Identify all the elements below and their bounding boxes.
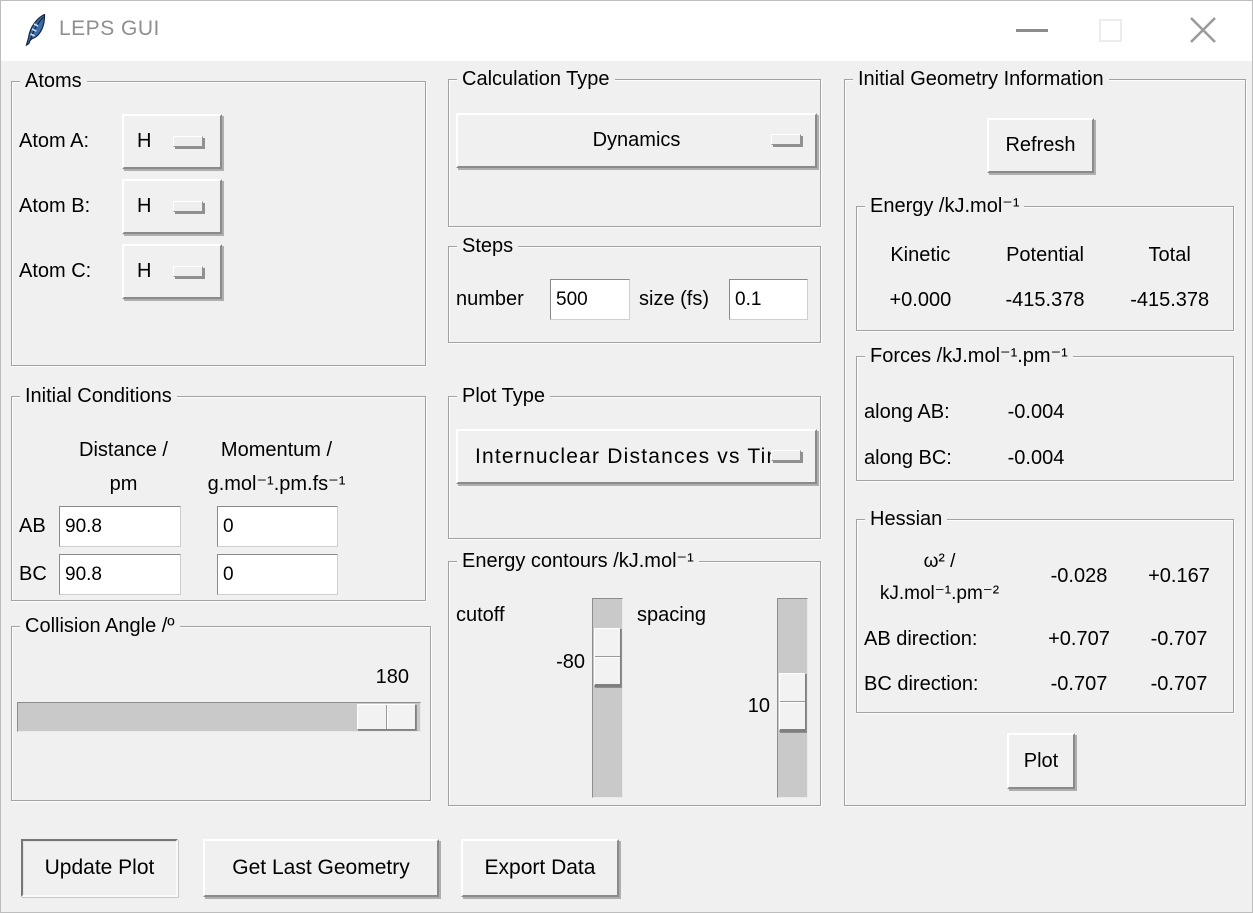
plot-type-select[interactable]: Internuclear Distances vs Time: [456, 429, 817, 484]
hessian-ab-direction-value-1: +0.707: [1048, 628, 1110, 650]
atom-a-select[interactable]: H: [122, 114, 222, 169]
hessian-omega-label-line1: ω² /: [923, 551, 956, 572]
atom-a-label: Atom A:: [19, 130, 90, 152]
energy-contours-frame-label: Energy contours /kJ.mol⁻¹: [457, 548, 699, 575]
bc-momentum-input[interactable]: [217, 554, 338, 595]
hessian-omega-label-line2: kJ.mol⁻¹.pm⁻²: [879, 583, 1000, 604]
export-data-button[interactable]: Export Data: [461, 839, 619, 897]
dropdown-indicator-icon: [771, 133, 801, 145]
plot-type-frame-label: Plot Type: [457, 383, 551, 410]
collision-angle-value: 180: [375, 666, 409, 688]
hessian-bc-direction-value-1: -0.707: [1050, 673, 1108, 695]
maximize-button[interactable]: [1083, 6, 1137, 54]
energy-header-potential: Potential: [1006, 244, 1084, 266]
distance-column-header: Distance / pm: [46, 433, 201, 501]
hessian-omega-value-2: +0.167: [1148, 565, 1210, 587]
energy-subframe: Energy /kJ.mol⁻¹: [856, 193, 1234, 331]
forces-subframe-label: Forces /kJ.mol⁻¹.pm⁻¹: [865, 343, 1073, 370]
energy-headers-row: Kinetic Potential Total: [858, 244, 1232, 267]
get-last-geometry-button[interactable]: Get Last Geometry: [203, 839, 439, 897]
collision-angle-frame-label: Collision Angle /º: [20, 613, 180, 640]
plot-type-selected-value: Internuclear Distances vs Time: [474, 444, 799, 468]
hessian-ab-direction-label: AB direction:: [864, 628, 978, 650]
bc-distance-input[interactable]: [59, 554, 181, 595]
hessian-ab-direction-value-2: -0.707: [1150, 628, 1208, 650]
hessian-bc-direction-value-2: -0.707: [1150, 673, 1208, 695]
energy-header-total: Total: [1148, 244, 1191, 266]
force-bc-value: -0.004: [1007, 447, 1065, 469]
close-button[interactable]: [1176, 6, 1230, 54]
maximize-icon: [1098, 18, 1122, 42]
calculation-type-frame-label: Calculation Type: [457, 66, 615, 93]
hessian-subframe-label: Hessian: [865, 506, 948, 533]
dropdown-indicator-icon: [771, 449, 801, 461]
slider-ridge: [780, 700, 805, 703]
close-icon: [1190, 17, 1216, 43]
atom-c-selected-value: H: [137, 260, 152, 282]
steps-number-label: number: [456, 288, 524, 310]
initial-conditions-frame-label: Initial Conditions: [20, 383, 177, 410]
momentum-header-line2: g.mol⁻¹.pm.fs⁻¹: [207, 473, 346, 495]
atom-a-selected-value: H: [137, 130, 152, 152]
steps-size-label: size (fs): [639, 288, 709, 310]
cutoff-value: -80: [556, 651, 585, 673]
distance-header-line2: pm: [109, 473, 138, 495]
collision-angle-slider-handle[interactable]: [357, 704, 416, 730]
minimize-icon: [1016, 28, 1048, 32]
energy-header-kinetic: Kinetic: [890, 244, 951, 266]
refresh-button[interactable]: Refresh: [987, 118, 1094, 173]
dropdown-indicator-icon: [173, 136, 203, 147]
title-bar: LEPS GUI: [1, 1, 1252, 61]
update-plot-button[interactable]: Update Plot: [21, 839, 178, 897]
slider-ridge: [595, 655, 620, 658]
energy-value-total: -415.378: [1130, 289, 1210, 311]
spacing-value: 10: [747, 695, 770, 717]
energy-value-potential: -415.378: [1005, 289, 1085, 311]
atom-b-label: Atom B:: [19, 195, 91, 217]
python-feather-icon: [25, 13, 47, 47]
ab-row-label: AB: [19, 515, 46, 537]
momentum-header-line1: Momentum /: [220, 439, 333, 461]
minimize-button[interactable]: [1005, 6, 1059, 54]
hessian-omega-label: ω² / kJ.mol⁻¹.pm⁻²: [862, 546, 1017, 610]
cutoff-label: cutoff: [456, 604, 505, 626]
steps-size-input[interactable]: [729, 279, 808, 320]
spacing-slider[interactable]: [777, 598, 808, 798]
spacing-slider-handle[interactable]: [779, 673, 806, 732]
energy-subframe-label: Energy /kJ.mol⁻¹: [865, 193, 1025, 220]
hessian-omega-value-1: -0.028: [1050, 565, 1108, 587]
energy-value-kinetic: +0.000: [889, 289, 952, 311]
atom-c-select[interactable]: H: [122, 244, 222, 299]
spacing-label: spacing: [637, 604, 706, 626]
slider-ridge: [385, 705, 388, 729]
atom-b-select[interactable]: H: [122, 179, 222, 234]
collision-angle-slider[interactable]: [17, 702, 421, 732]
plot-button[interactable]: Plot: [1007, 733, 1075, 789]
atoms-frame-label: Atoms: [20, 68, 87, 95]
energy-values-row: +0.000 -415.378 -415.378: [858, 289, 1232, 312]
calculation-type-selected-value: Dynamics: [592, 129, 681, 151]
app-window: LEPS GUI Atoms Atom A: H Atom B: H Atom …: [0, 0, 1253, 913]
distance-header-line1: Distance /: [79, 439, 168, 461]
cutoff-slider[interactable]: [592, 598, 623, 798]
dropdown-indicator-icon: [173, 266, 203, 277]
calculation-type-select[interactable]: Dynamics: [456, 113, 817, 168]
hessian-bc-direction-label: BC direction:: [864, 673, 979, 695]
force-ab-value: -0.004: [1007, 401, 1065, 423]
ab-momentum-input[interactable]: [217, 506, 338, 547]
steps-frame-label: Steps: [457, 233, 519, 260]
steps-number-input[interactable]: [550, 279, 630, 320]
energy-contours-frame: Energy contours /kJ.mol⁻¹: [448, 548, 821, 806]
initial-geometry-frame-label: Initial Geometry Information: [853, 66, 1109, 93]
force-bc-label: along BC:: [864, 447, 952, 469]
window-title: LEPS GUI: [59, 17, 160, 40]
ab-distance-input[interactable]: [59, 506, 181, 547]
cutoff-slider-handle[interactable]: [594, 628, 621, 687]
atom-c-label: Atom C:: [19, 260, 92, 282]
force-ab-label: along AB:: [864, 401, 950, 423]
bc-row-label: BC: [19, 563, 47, 585]
momentum-column-header: Momentum / g.mol⁻¹.pm.fs⁻¹: [194, 433, 359, 501]
dropdown-indicator-icon: [173, 201, 203, 212]
atom-b-selected-value: H: [137, 195, 152, 217]
